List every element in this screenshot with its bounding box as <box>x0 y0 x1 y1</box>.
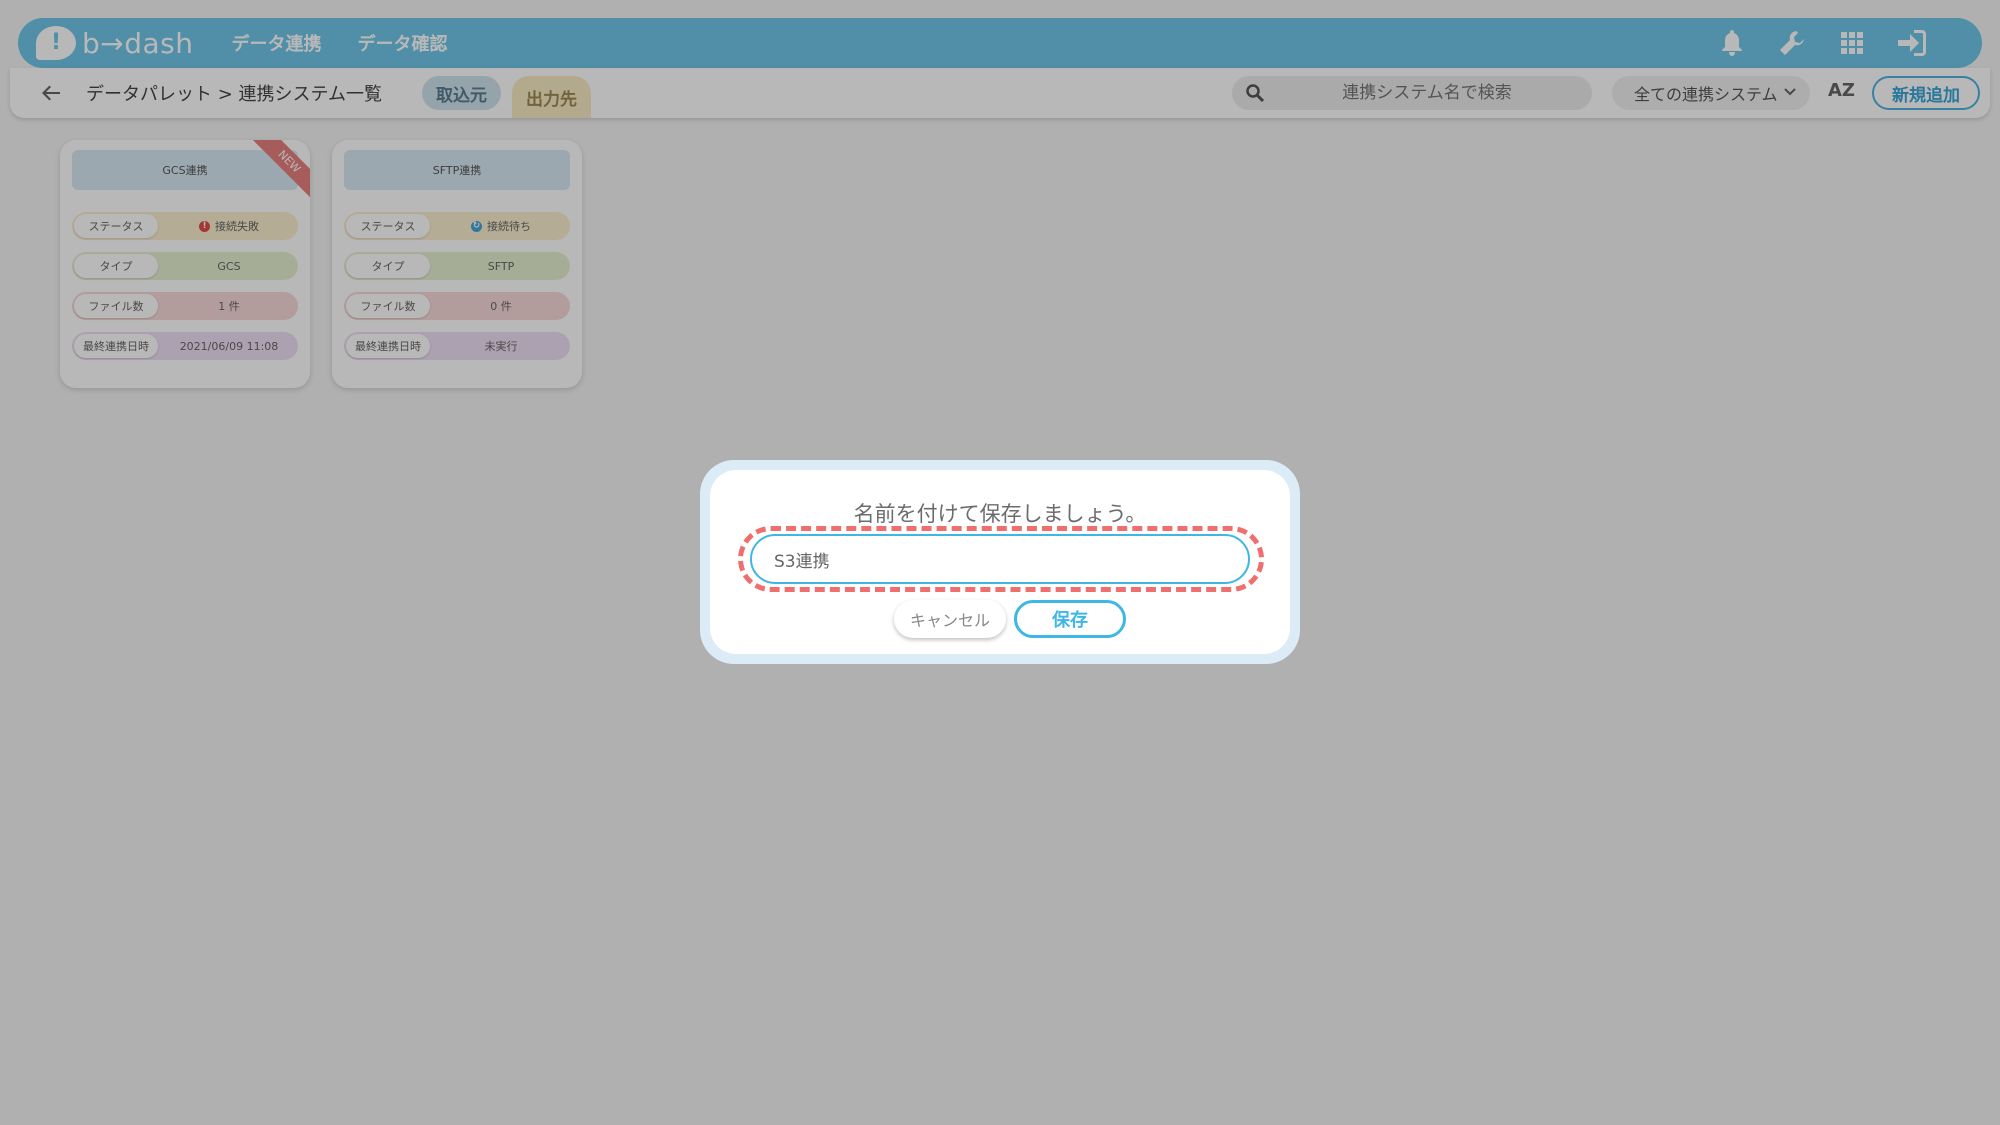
dialog-title: 名前を付けて保存しましょう。 <box>853 502 1147 526</box>
dialog-body: 名前を付けて保存しましょう。 キャンセル 保存 <box>710 470 1290 654</box>
save-name-dialog: 名前を付けて保存しましょう。 キャンセル 保存 <box>700 460 1300 664</box>
name-input[interactable] <box>750 534 1250 584</box>
cancel-button[interactable]: キャンセル <box>894 600 1006 638</box>
save-button[interactable]: 保存 <box>1014 600 1126 638</box>
